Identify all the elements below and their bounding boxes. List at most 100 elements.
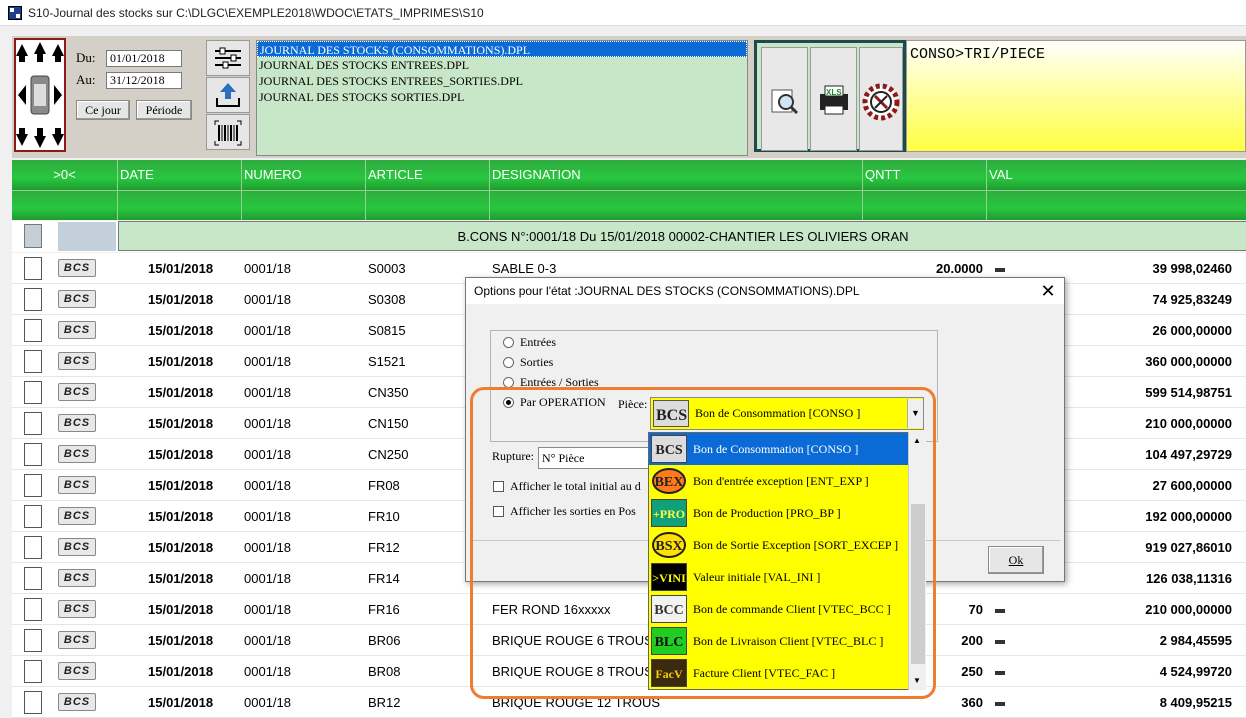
cell-article: BR12 (368, 695, 401, 710)
bcs-icon: BCS (58, 321, 96, 339)
filter-cell[interactable] (12, 190, 118, 220)
group-checkbox[interactable] (24, 224, 42, 248)
row-checkbox[interactable] (24, 319, 42, 342)
preview-button[interactable] (761, 47, 808, 151)
scroll-up-icon[interactable]: ▲ (913, 436, 921, 445)
radio-entrees-sorties[interactable] (503, 377, 514, 388)
report-file-list[interactable]: JOURNAL DES STOCKS (CONSOMMATIONS).DPL J… (256, 40, 748, 156)
scrollbar-thumb[interactable] (911, 504, 925, 664)
close-icon[interactable]: ✕ (1036, 280, 1060, 302)
cell-numero: 0001/18 (244, 292, 291, 307)
row-checkbox[interactable] (24, 505, 42, 528)
filter-cell[interactable] (242, 190, 366, 220)
gear-tools-icon (862, 83, 900, 121)
column-header-marker[interactable]: >0< (12, 160, 118, 190)
row-checkbox[interactable] (24, 691, 42, 714)
filter-cell[interactable] (863, 190, 987, 220)
app-icon (8, 6, 22, 20)
report-file-item[interactable]: JOURNAL DES STOCKS SORTIES.DPL (257, 89, 747, 105)
dropdown-option[interactable]: BEX Bon d'entrée exception [ENT_EXP ] (649, 465, 909, 497)
filter-cell[interactable] (987, 190, 1246, 220)
table-row[interactable]: BCS 15/01/2018 0001/18 FR16 FER ROND 16xxxxx… (12, 594, 1246, 625)
export-button[interactable] (206, 77, 250, 113)
today-button[interactable]: Ce jour (76, 100, 130, 120)
chevron-down-icon[interactable]: ▼ (907, 399, 923, 428)
radio-sorties-label: Sorties (520, 355, 554, 369)
radio-par-operation[interactable] (503, 397, 514, 408)
cell-numero: 0001/18 (244, 261, 291, 276)
column-header-val[interactable]: VAL (987, 160, 1246, 190)
svg-text:+PRO: +PRO (653, 507, 685, 521)
settings-button[interactable] (206, 40, 250, 76)
report-file-item[interactable]: JOURNAL DES STOCKS ENTREES_SORTIES.DPL (257, 73, 747, 89)
table-row[interactable]: BCS 15/01/2018 0001/18 BR08 BRIQUE ROUGE 8 T… (12, 656, 1246, 687)
dropdown-option-label: Bon d'entrée exception [ENT_EXP ] (693, 474, 869, 488)
piece-combo[interactable]: BCS Bon de Consommation [CONSO ] ▼ (650, 397, 924, 430)
dropdown-option[interactable]: BLC Bon de Livraison Client [VTEC_BLC ] (649, 625, 909, 657)
filter-cell[interactable] (118, 190, 242, 220)
row-checkbox[interactable] (24, 598, 42, 621)
cell-date: 15/01/2018 (148, 478, 214, 493)
dropdown-option[interactable]: BCC Bon de commande Client [VTEC_BCC ] (649, 593, 909, 625)
ok-button[interactable]: Ok (988, 546, 1044, 574)
column-header-qntt[interactable]: QNTT (863, 160, 987, 190)
dropdown-option[interactable]: BCS Bon de Consommation [CONSO ] (649, 433, 909, 465)
navigation-pad[interactable] (14, 38, 66, 152)
export-excel-button[interactable]: XLS (810, 47, 857, 151)
filter-cell[interactable] (490, 190, 863, 220)
checkbox-sorties-pos[interactable] (493, 506, 504, 517)
bcs-icon: BCS (653, 400, 689, 427)
column-header-article[interactable]: ARTICLE (366, 160, 490, 190)
barcode-button[interactable] (206, 114, 250, 150)
row-checkbox[interactable] (24, 567, 42, 590)
row-checkbox[interactable] (24, 350, 42, 373)
bsx-icon: BSX (651, 531, 687, 559)
table-row[interactable]: BCS 15/01/2018 0001/18 BR12 BRIQUE ROUGE 12 … (12, 687, 1246, 718)
cell-val: 210 000,00000 (1145, 602, 1232, 617)
filter-display: CONSO>TRI/PIECE (906, 40, 1246, 152)
dropdown-option[interactable]: +PRO Bon de Production [PRO_BP ] (649, 497, 909, 529)
period-button[interactable]: Période (136, 100, 192, 120)
table-row[interactable]: BCS 15/01/2018 0001/18 BR06 BRIQUE ROUGE 6 T… (12, 625, 1246, 656)
dropdown-scrollbar[interactable]: ▲ ▼ (908, 432, 926, 690)
scroll-down-icon[interactable]: ▼ (913, 676, 921, 685)
column-header-numero[interactable]: NUMERO (242, 160, 366, 190)
dropdown-option[interactable]: FacV Facture Client [VTEC_FAC ] (649, 657, 909, 689)
cell-date: 15/01/2018 (148, 633, 214, 648)
row-checkbox[interactable] (24, 536, 42, 559)
cell-article: BR08 (368, 664, 401, 679)
row-checkbox[interactable] (24, 660, 42, 683)
svg-text:BSX: BSX (655, 539, 682, 554)
tools-button[interactable] (859, 47, 903, 151)
row-checkbox[interactable] (24, 629, 42, 652)
facv-icon: FacV (651, 659, 687, 687)
radio-sorties[interactable] (503, 357, 514, 368)
row-checkbox[interactable] (24, 288, 42, 311)
rupture-select[interactable]: N° Pièce (538, 447, 650, 469)
excel-printer-icon: XLS (820, 85, 848, 115)
cell-numero: 0001/18 (244, 571, 291, 586)
dropdown-option[interactable]: BSX Bon de Sortie Exception [SORT_EXCEP ] (649, 529, 909, 561)
piece-dropdown-list[interactable]: BCS Bon de Consommation [CONSO ] BEX Bon d'… (648, 432, 926, 690)
column-header-date[interactable]: DATE (118, 160, 242, 190)
row-checkbox[interactable] (24, 381, 42, 404)
svg-text:XLS: XLS (826, 88, 842, 97)
row-checkbox[interactable] (24, 257, 42, 280)
filter-cell[interactable] (366, 190, 490, 220)
upload-tray-icon (216, 83, 240, 107)
checkbox-total-initial[interactable] (493, 481, 504, 492)
column-header-designation[interactable]: DESIGNATION (490, 160, 863, 190)
cell-date: 15/01/2018 (148, 385, 214, 400)
minus-icon (987, 687, 1017, 718)
row-checkbox[interactable] (24, 474, 42, 497)
row-checkbox[interactable] (24, 412, 42, 435)
dropdown-option[interactable]: >VINI Valeur initiale [VAL_INI ] (649, 561, 909, 593)
report-file-item[interactable]: JOURNAL DES STOCKS (CONSOMMATIONS).DPL (257, 41, 747, 57)
row-checkbox[interactable] (24, 443, 42, 466)
radio-entrees[interactable] (503, 337, 514, 348)
svg-text:BEX: BEX (655, 475, 684, 490)
dialog-title: Options pour l'état :JOURNAL DES STOCKS … (466, 278, 1064, 304)
date-to-input[interactable] (106, 72, 182, 89)
report-file-item[interactable]: JOURNAL DES STOCKS ENTREES.DPL (257, 57, 747, 73)
date-from-input[interactable] (106, 50, 182, 67)
